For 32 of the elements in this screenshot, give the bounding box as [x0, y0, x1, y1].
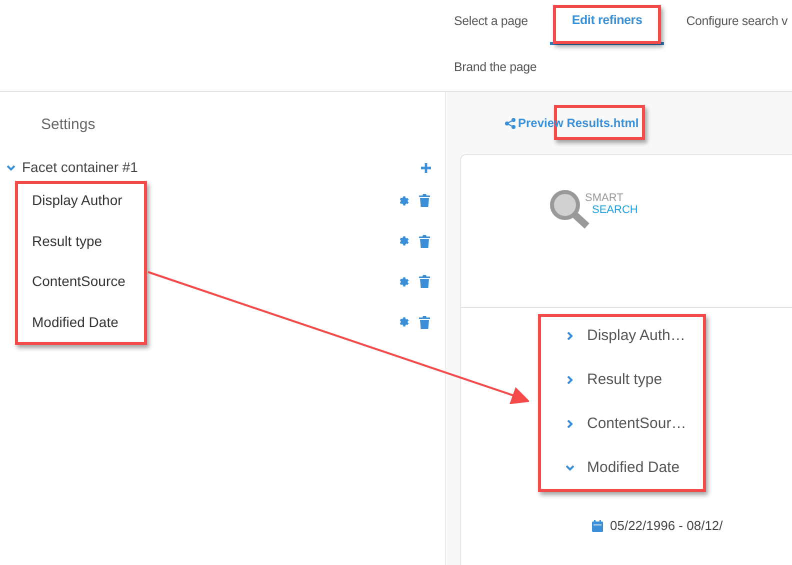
refiner-title[interactable]: Result type	[587, 368, 662, 392]
refiner-name: ContentSource	[32, 272, 126, 292]
add-icon[interactable]	[421, 162, 431, 172]
chevron-icon[interactable]	[565, 375, 575, 385]
tab[interactable]: Configure search v	[664, 0, 792, 46]
chevron-icon[interactable]	[565, 463, 575, 473]
logo-text: SMART	[585, 192, 624, 204]
refiner-name: Modified Date	[32, 312, 118, 332]
chevron-icon[interactable]	[6, 162, 16, 172]
refiner-title[interactable]: Display Auth…	[587, 324, 686, 348]
logo-text: SEARCH	[592, 204, 638, 216]
refiner-title[interactable]: Modified Date	[587, 456, 680, 480]
delete-icon[interactable]	[419, 234, 430, 248]
delete-icon[interactable]	[419, 275, 430, 288]
panel-title: Settings	[41, 115, 96, 135]
tab[interactable]: Select a page	[432, 0, 550, 46]
container-title: Facet container #1	[22, 158, 138, 177]
share-icon	[505, 118, 516, 128]
refiner-name: Display Author	[32, 191, 122, 210]
chevron-icon[interactable]	[565, 331, 575, 341]
settings-icon[interactable]	[398, 194, 410, 207]
refiner-title[interactable]: ContentSour…	[587, 412, 686, 436]
calendar-icon[interactable]	[592, 520, 603, 532]
refiner-name: Result type	[32, 232, 102, 251]
tab[interactable]: Brand the page	[432, 46, 559, 92]
settings-icon[interactable]	[398, 235, 410, 248]
date-range: 05/22/1996 - 08/12/	[610, 517, 723, 535]
delete-icon[interactable]	[419, 194, 430, 208]
settings-icon[interactable]	[398, 316, 410, 328]
settings-icon[interactable]	[398, 276, 410, 288]
chevron-icon[interactable]	[565, 419, 575, 429]
delete-icon[interactable]	[419, 316, 430, 329]
